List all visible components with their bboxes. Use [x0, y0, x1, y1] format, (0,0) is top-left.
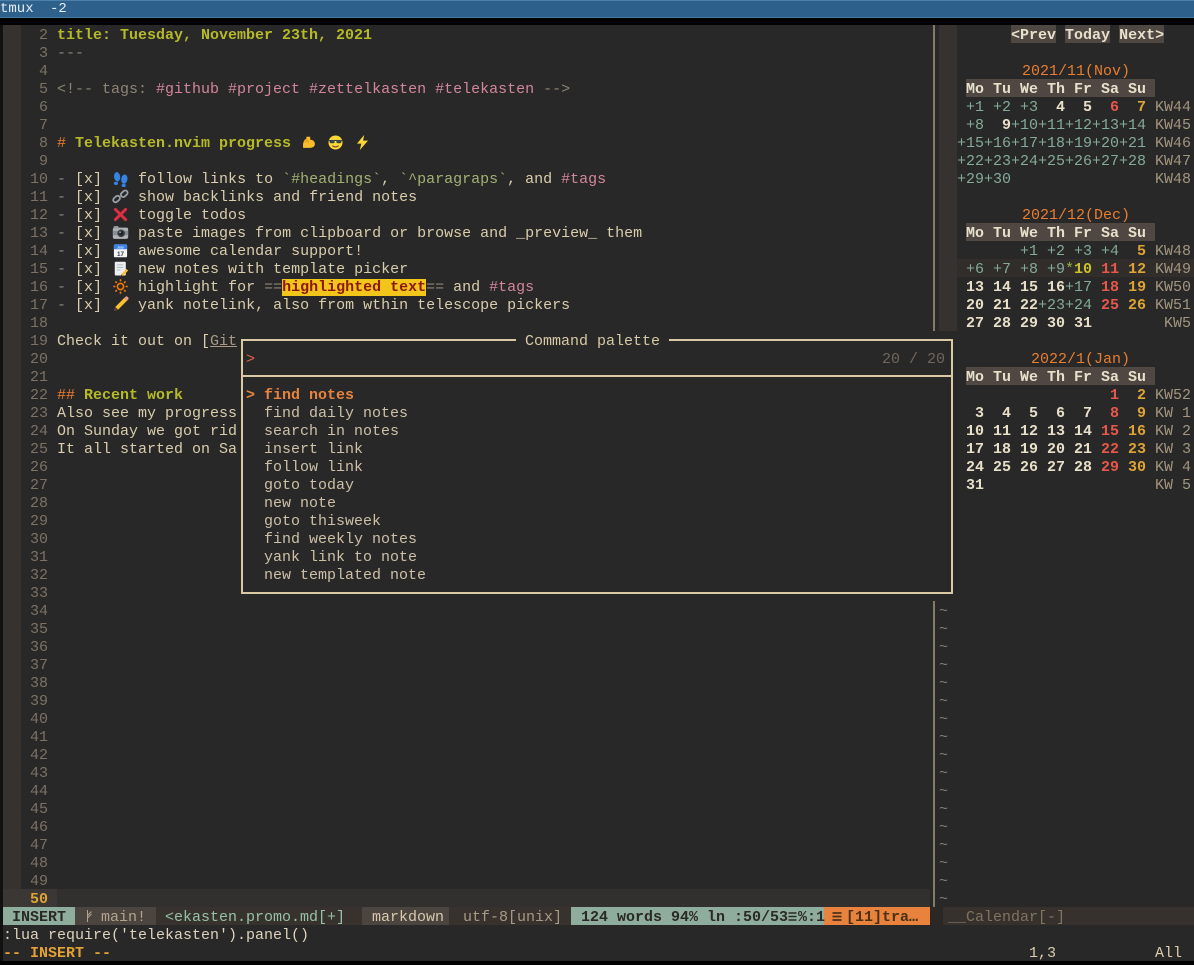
- svg-text:17: 17: [117, 251, 125, 258]
- svg-text:July: July: [116, 245, 125, 249]
